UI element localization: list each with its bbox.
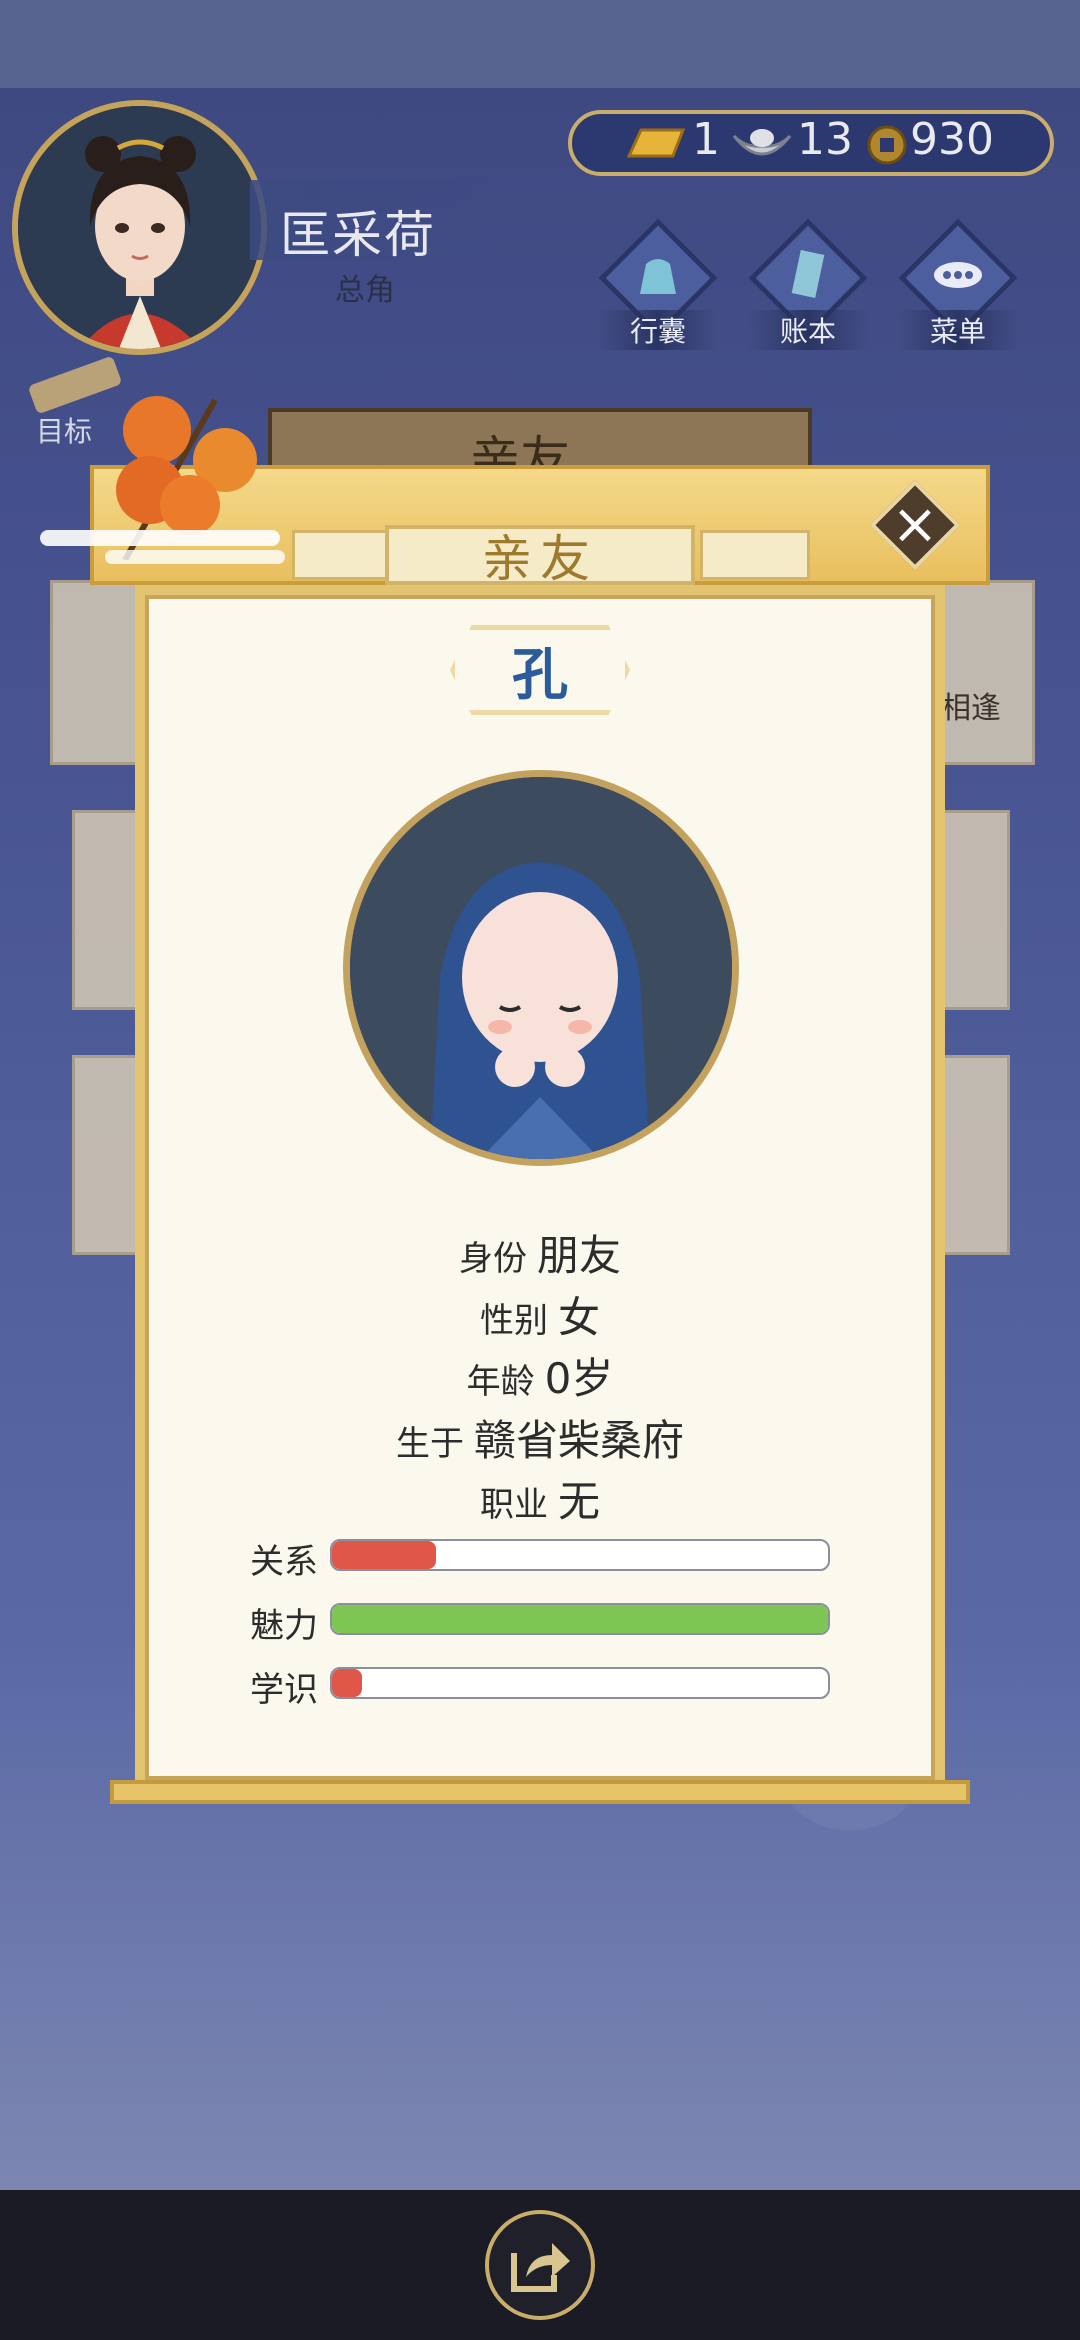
goal-label[interactable]: 目标 bbox=[36, 410, 92, 450]
bag-button[interactable]: 行囊 bbox=[598, 218, 718, 350]
info-key: 身份 bbox=[458, 1239, 527, 1279]
ledger-button[interactable]: 账本 bbox=[748, 218, 868, 350]
info-value: 朋友 bbox=[536, 1231, 621, 1280]
player-portrait-icon bbox=[18, 106, 261, 349]
menu-label: 账本 bbox=[748, 310, 868, 350]
info-birthplace: 生于 赣省柴桑府 bbox=[140, 1407, 940, 1468]
stat-label-charm: 魅力 bbox=[250, 1606, 318, 1646]
info-identity: 身份 朋友 bbox=[140, 1222, 940, 1283]
silver-count: 13 bbox=[797, 114, 853, 165]
friend-avatar-icon bbox=[350, 777, 732, 1159]
info-value: 无 bbox=[557, 1477, 600, 1526]
gold-count: 1 bbox=[692, 114, 720, 165]
bag-icon bbox=[640, 259, 676, 294]
info-key: 生于 bbox=[395, 1424, 464, 1464]
background-card-text: 相逢 bbox=[941, 691, 1001, 726]
silver-ingot-icon bbox=[732, 129, 792, 156]
status-bar bbox=[0, 0, 1080, 88]
gold-bar-icon bbox=[626, 128, 686, 158]
ledger-icon bbox=[791, 249, 825, 299]
stat-label-relation: 关系 bbox=[250, 1542, 318, 1582]
title-ornament bbox=[700, 530, 810, 580]
modal-title-plate: 亲友 bbox=[385, 525, 695, 588]
stat-bar-knowledge bbox=[330, 1667, 830, 1699]
menu-label: 菜单 bbox=[898, 310, 1018, 350]
friend-portrait bbox=[343, 770, 739, 1166]
menu-label: 行囊 bbox=[598, 310, 718, 350]
info-occupation: 职业无 bbox=[140, 1468, 940, 1529]
info-value: 0岁 bbox=[544, 1354, 614, 1403]
surname-badge: 孔 bbox=[450, 625, 630, 715]
player-role: 总角 bbox=[335, 273, 395, 308]
info-key: 性别 bbox=[479, 1301, 548, 1341]
close-icon: × bbox=[891, 492, 939, 557]
info-age: 年龄 0岁 bbox=[140, 1345, 940, 1406]
surname: 孔 bbox=[512, 641, 568, 708]
info-value: 赣省柴桑府 bbox=[473, 1416, 684, 1465]
share-button[interactable] bbox=[485, 2210, 595, 2320]
player-name: 匡采荷 bbox=[280, 206, 436, 264]
stat-bar-charm bbox=[330, 1603, 830, 1635]
coin-count: 930 bbox=[910, 114, 994, 165]
more-icon bbox=[934, 262, 982, 288]
copper-coin-icon bbox=[867, 125, 907, 165]
modal-title: 亲友 bbox=[482, 530, 598, 588]
cloud-decoration-icon bbox=[40, 530, 285, 564]
info-key: 职业 bbox=[479, 1485, 548, 1525]
info-value: 女 bbox=[557, 1293, 600, 1342]
panel-base bbox=[110, 1780, 970, 1804]
stat-bar-relation bbox=[330, 1539, 830, 1571]
player-avatar[interactable] bbox=[12, 100, 267, 355]
stat-label-knowledge: 学识 bbox=[250, 1670, 318, 1710]
more-menu-button[interactable]: 菜单 bbox=[898, 218, 1018, 350]
background-card: 相逢 bbox=[930, 580, 1035, 765]
info-gender: 性别女 bbox=[140, 1284, 940, 1345]
info-key: 年龄 bbox=[466, 1362, 535, 1402]
share-icon bbox=[511, 2243, 570, 2292]
close-button[interactable]: × bbox=[869, 479, 961, 571]
